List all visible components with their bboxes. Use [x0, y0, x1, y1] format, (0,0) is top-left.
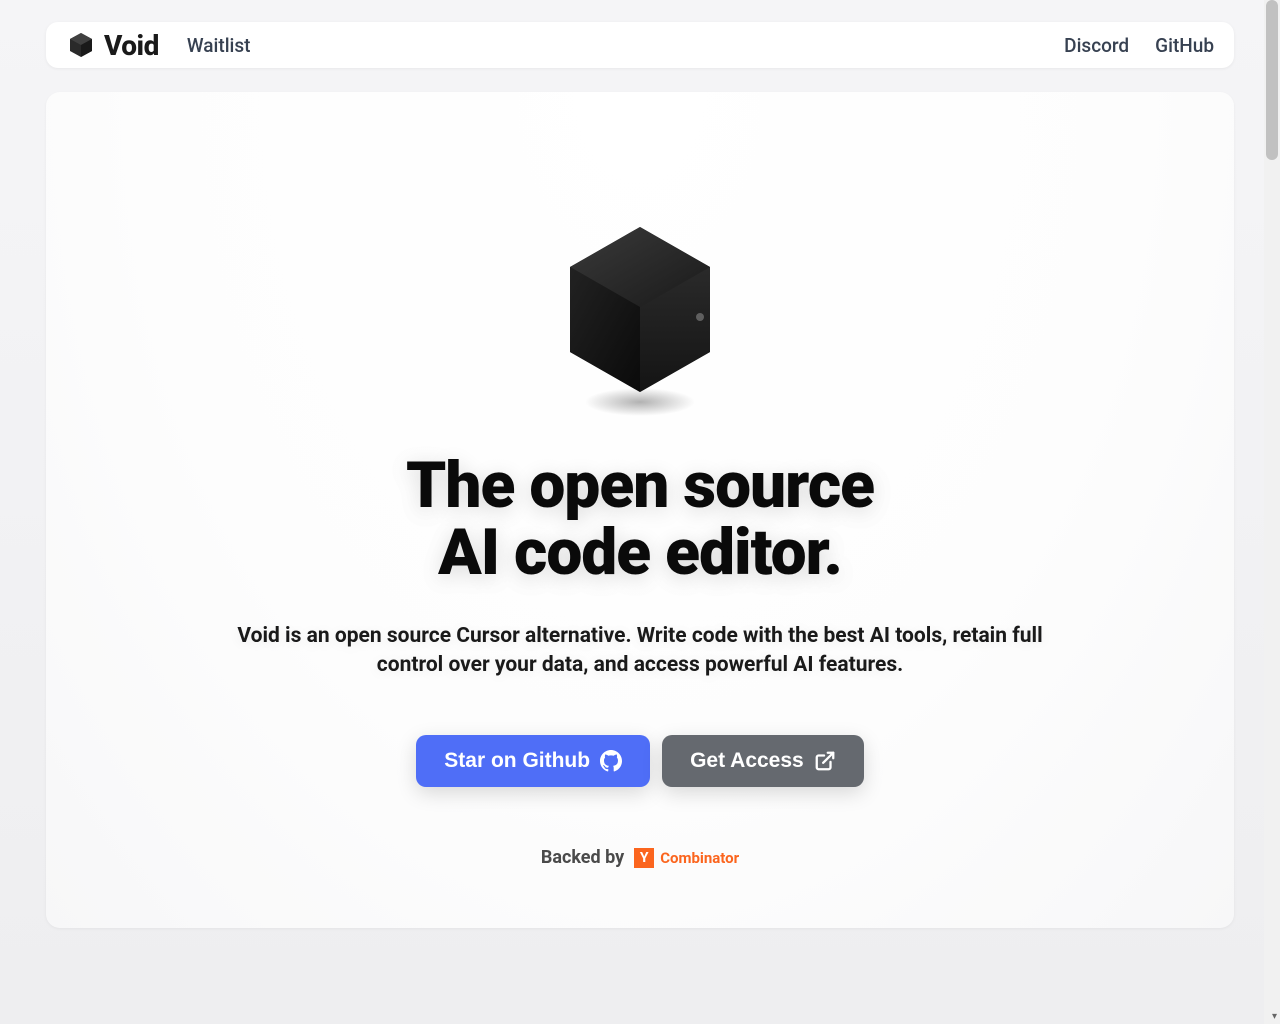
nav-left-group: Void Waitlist [66, 29, 251, 62]
star-github-label: Star on Github [444, 749, 590, 773]
brand-logo-link[interactable]: Void [66, 29, 159, 62]
external-link-icon [814, 750, 836, 772]
scrollbar-track[interactable]: ▾ [1264, 0, 1280, 1024]
github-icon [600, 750, 622, 772]
get-access-button[interactable]: Get Access [662, 735, 864, 787]
yc-logo-icon: Y [634, 848, 654, 868]
scrollbar-down-arrow-icon[interactable]: ▾ [1272, 1011, 1277, 1022]
scrollbar-thumb[interactable] [1266, 0, 1278, 160]
cube-logo-icon [66, 30, 96, 60]
yc-badge: Y Combinator [634, 848, 739, 868]
brand-name: Void [104, 29, 159, 62]
headline-line-2: AI code editor. [438, 515, 842, 590]
yc-combinator-text: Combinator [660, 849, 739, 867]
hero-section: The open source AI code editor. Void is … [46, 92, 1234, 928]
cta-button-row: Star on Github Get Access [416, 735, 863, 787]
nav-right-group: Discord GitHub [1064, 34, 1214, 57]
headline-line-1: The open source [406, 448, 874, 523]
nav-link-waitlist[interactable]: Waitlist [187, 34, 251, 57]
backed-by-label: Backed by [541, 847, 624, 868]
hero-subheading: Void is an open source Cursor alternativ… [230, 622, 1050, 679]
hero-headline: The open source AI code editor. [406, 452, 874, 586]
backed-by-row: Backed by Y Combinator [541, 847, 739, 868]
star-github-button[interactable]: Star on Github [416, 735, 650, 787]
nav-link-discord[interactable]: Discord [1064, 34, 1129, 57]
navbar: Void Waitlist Discord GitHub [46, 22, 1234, 68]
nav-link-github[interactable]: GitHub [1155, 34, 1214, 57]
hero-cube-illustration [555, 222, 725, 422]
get-access-label: Get Access [690, 749, 804, 773]
